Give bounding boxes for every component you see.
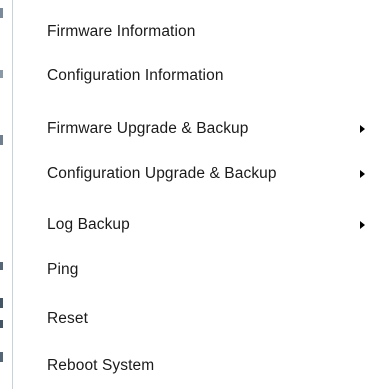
triangle-right-icon bbox=[360, 125, 365, 133]
menu-item-configuration-information[interactable]: Configuration Information bbox=[13, 53, 369, 99]
menu-item-firmware-information[interactable]: Firmware Information bbox=[13, 9, 369, 55]
menu-item-label: Reboot System bbox=[47, 357, 155, 374]
menu-item-reboot-system[interactable]: Reboot System bbox=[13, 343, 369, 389]
menu-item-label: Firmware Information bbox=[47, 23, 196, 40]
menu-item-label: Firmware Upgrade & Backup bbox=[47, 120, 249, 137]
menu-item-reset[interactable]: Reset bbox=[13, 296, 369, 342]
background-artifact bbox=[0, 320, 3, 328]
triangle-right-icon bbox=[360, 221, 365, 229]
menu-item-label: Reset bbox=[47, 310, 88, 327]
background-artifact bbox=[0, 8, 3, 18]
menu-item-ping[interactable]: Ping bbox=[13, 247, 369, 293]
context-menu: Firmware Information Configuration Infor… bbox=[12, 0, 369, 389]
background-artifact bbox=[0, 70, 3, 78]
menu-item-label: Log Backup bbox=[47, 216, 130, 233]
menu-item-label: Configuration Upgrade & Backup bbox=[47, 165, 277, 182]
menu-item-log-backup[interactable]: Log Backup bbox=[13, 202, 369, 248]
triangle-right-icon bbox=[360, 170, 365, 178]
menu-item-firmware-upgrade-backup[interactable]: Firmware Upgrade & Backup bbox=[13, 106, 369, 152]
menu-item-configuration-upgrade-backup[interactable]: Configuration Upgrade & Backup bbox=[13, 151, 369, 197]
background-artifact bbox=[0, 298, 3, 308]
background-artifact bbox=[0, 352, 3, 362]
menu-item-label: Configuration Information bbox=[47, 67, 224, 84]
background-artifact bbox=[0, 262, 3, 270]
background-window-edge bbox=[0, 0, 12, 389]
menu-item-label: Ping bbox=[47, 261, 79, 278]
background-artifact bbox=[0, 135, 3, 145]
